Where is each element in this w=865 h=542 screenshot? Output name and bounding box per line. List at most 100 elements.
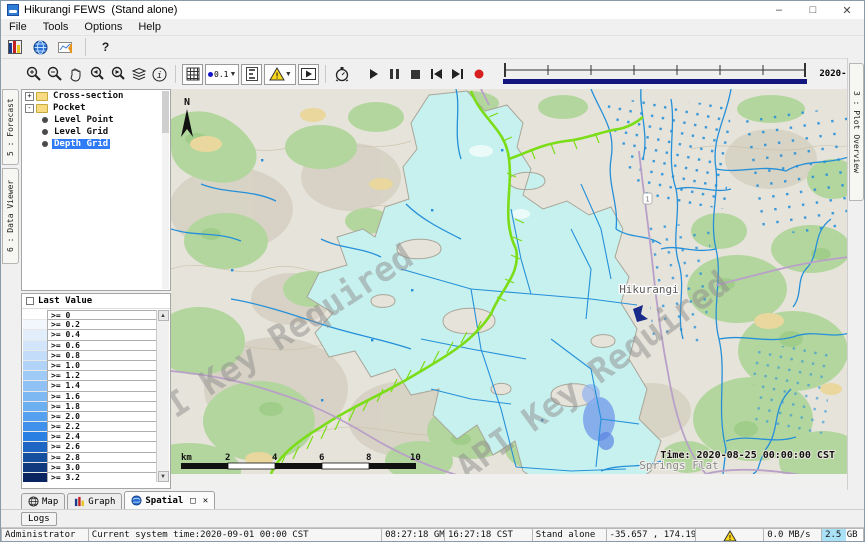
info-icon[interactable]: i [149,64,170,85]
legend-threshold-label: >= 2.0 [47,412,157,422]
animate-icon[interactable] [298,64,319,85]
scalar-chart-icon[interactable] [5,37,26,58]
tree-item-pocket[interactable]: - Pocket [22,102,170,114]
tab-plot-overview[interactable]: 3 : Plot Overview [849,63,864,201]
svg-text:2: 2 [225,453,230,463]
legend-row[interactable]: >= 2.2 [23,422,157,432]
help-icon[interactable]: ? [95,37,116,58]
svg-text:km: km [181,453,192,463]
play-icon[interactable] [363,64,384,85]
step-forward-icon[interactable] [447,64,468,85]
app-logo-icon [7,4,19,16]
layers-icon[interactable] [128,64,149,85]
legend-row[interactable]: >= 1.0 [23,361,157,371]
legend-row[interactable]: >= 1.6 [23,392,157,402]
tab-data-viewer[interactable]: 6 : Data Viewer [2,168,19,264]
scroll-down-icon[interactable]: ▼ [158,471,169,482]
record-icon[interactable] [468,64,489,85]
legend-color-swatch [23,473,47,482]
spatial-display-icon[interactable] [55,37,76,58]
status-speed: 0.0 MB/s [764,528,822,542]
warning-dropdown[interactable]: ! ▼ [264,64,296,85]
legend-color-swatch [23,463,47,473]
legend-threshold-label: >= 1.4 [47,381,157,391]
app-window: Hikurangi FEWS (Stand alone) – □ ✕ FileT… [0,0,865,542]
zoom-next-icon[interactable] [107,64,128,85]
legend-row[interactable]: >= 3.0 [23,463,157,473]
pan-icon[interactable] [65,64,86,85]
tree-item-level-point[interactable]: Level Point [22,114,170,126]
close-button[interactable]: ✕ [830,1,864,19]
tab-forecast[interactable]: 5 : Forecast [2,89,19,165]
status-coordinates: -35.657 , 174.199 [607,528,697,542]
tab-maximize-icon[interactable]: □ [190,496,195,506]
bar-chart-icon [74,496,85,507]
legend-color-swatch [23,453,47,463]
legend-row[interactable]: >= 0.4 [23,330,157,340]
legend-row[interactable]: >= 2.0 [23,412,157,422]
legend-row[interactable]: >= 0 [23,310,157,320]
legend-color-swatch [23,432,47,442]
legend-row[interactable]: >= 1.8 [23,402,157,412]
node-bullet-icon [42,117,48,123]
zoom-in-icon[interactable] [23,64,44,85]
menu-options[interactable]: Options [76,20,130,34]
legend-row[interactable]: >= 1.4 [23,381,157,391]
zoom-out-icon[interactable] [44,64,65,85]
legend-row[interactable]: >= 1.2 [23,371,157,381]
legend-row[interactable]: >= 2.6 [23,442,157,452]
threshold-dropdown[interactable]: 0.1 ▼ [205,64,239,85]
menu-file[interactable]: File [1,20,35,34]
tree-item-label: Pocket [51,103,88,113]
spatial-map[interactable]: 1 API Key Required API Key Required Hiku… [171,89,849,490]
wire-globe-icon [28,496,39,507]
legend-row[interactable]: >= 2.4 [23,432,157,442]
last-value-checkbox[interactable] [26,297,34,305]
tree-scrollbar[interactable] [162,91,169,289]
maximize-button[interactable]: □ [796,1,830,19]
logs-button[interactable]: Logs [21,512,57,526]
status-memory[interactable]: 2.5 GB [822,528,864,542]
legend-scrollbar[interactable]: ▲ ▼ [156,310,169,482]
stop-icon[interactable] [405,64,426,85]
legend-threshold-label: >= 0 [47,310,157,320]
legend-color-swatch [23,442,47,452]
zoom-previous-icon[interactable] [86,64,107,85]
threshold-dot-icon [208,72,213,77]
minimize-button[interactable]: – [762,1,796,19]
scroll-up-icon[interactable]: ▲ [158,310,169,321]
legend-threshold-label: >= 2.4 [47,432,157,442]
status-user: Administrator [1,528,89,542]
globe-icon[interactable] [30,37,51,58]
tab-map[interactable]: Map [21,493,65,509]
legend-editor-icon[interactable] [241,64,262,85]
timer-icon[interactable] [331,64,352,85]
legend-threshold-label: >= 0.6 [47,341,157,351]
pause-icon[interactable] [384,64,405,85]
tree-expander-icon[interactable]: - [25,104,34,113]
timeline-slider[interactable] [497,62,813,86]
tree-item-cross-section[interactable]: +Cross-section [22,90,170,102]
threshold-value: 0.1 [214,70,228,79]
legend-row[interactable]: >= 3.2 [23,473,157,482]
map-toolbar: i 0.1 ▼ ! ▼ [1,58,864,89]
grid-icon[interactable] [182,64,203,85]
tree-expander-icon[interactable]: + [25,92,34,101]
map-time-label: Time: 2020-08-25 00:00:00 CST [660,449,835,461]
tab-close-icon[interactable]: ✕ [203,496,208,506]
legend-row[interactable]: >= 0.2 [23,320,157,330]
legend-threshold-label: >= 2.2 [47,422,157,432]
status-warning[interactable]: ! [696,528,764,542]
tab-graph[interactable]: Graph [67,493,122,509]
legend-color-swatch [23,412,47,422]
svg-text:6: 6 [319,453,324,463]
legend-row[interactable]: >= 0.8 [23,351,157,361]
tree-item-depth-grid[interactable]: Depth Grid [22,138,170,150]
step-back-icon[interactable] [426,64,447,85]
legend-row[interactable]: >= 2.8 [23,453,157,463]
legend-row[interactable]: >= 0.6 [23,341,157,351]
tree-item-level-grid[interactable]: Level Grid [22,126,170,138]
menu-tools[interactable]: Tools [35,20,77,34]
tab-spatial[interactable]: Spatial □ ✕ [124,491,215,509]
menu-help[interactable]: Help [130,20,169,34]
